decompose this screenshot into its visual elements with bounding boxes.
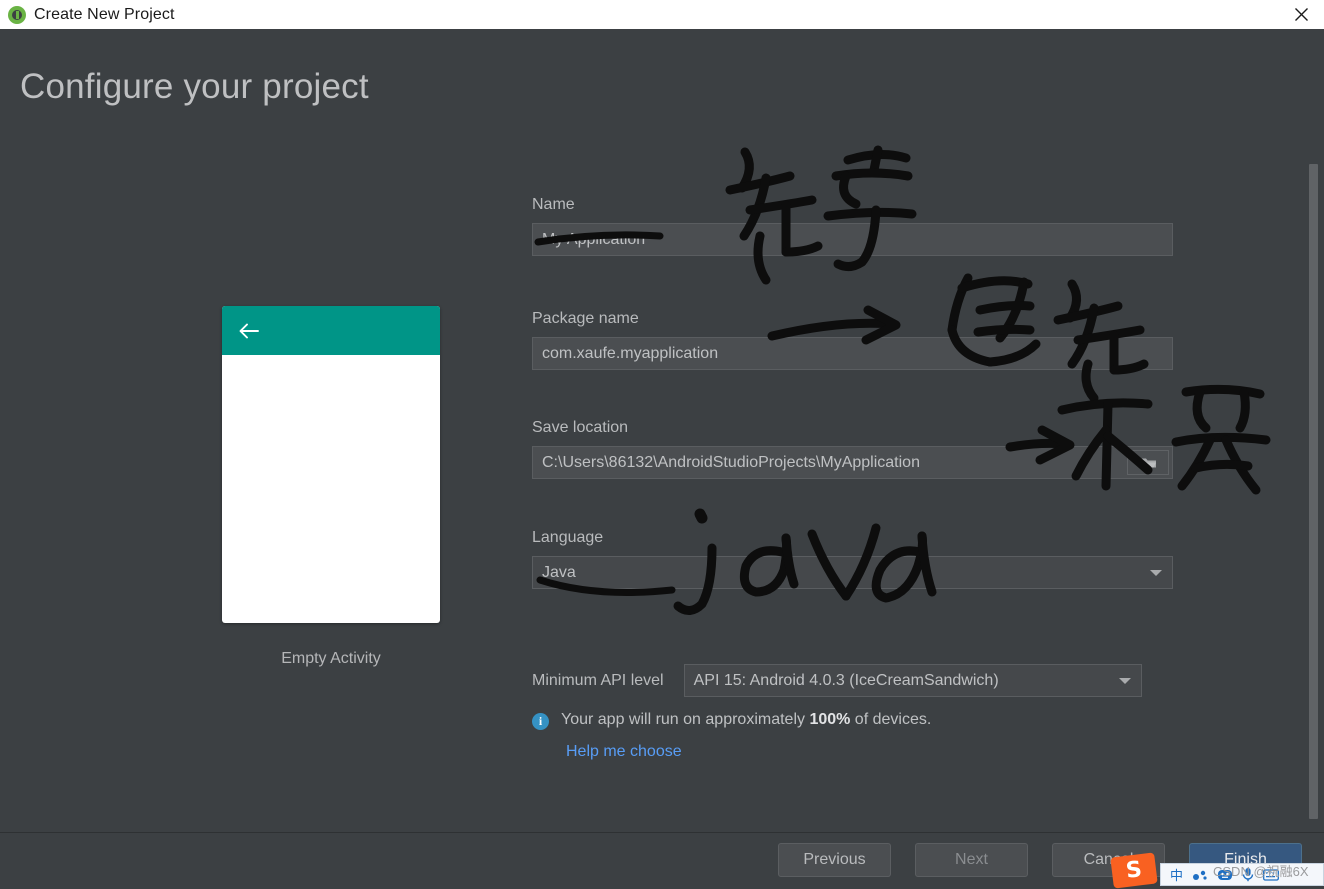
- package-name-label: Package name: [532, 310, 639, 327]
- device-coverage-text: Your app will run on approximately 100% …: [561, 711, 931, 729]
- package-name-field-group: Package name com.xaufe.myapplication: [532, 310, 1173, 370]
- min-api-select-value: API 15: Android 4.0.3 (IceCreamSandwich): [693, 671, 999, 689]
- template-name-label: Empty Activity: [281, 650, 381, 667]
- min-api-label: Minimum API level: [532, 671, 664, 689]
- csdn-watermark: CSDN @祝融6X: [1213, 864, 1309, 879]
- package-name-input-value: com.xaufe.myapplication: [542, 344, 719, 362]
- scrollbar-thumb[interactable]: [1309, 164, 1318, 819]
- save-location-input[interactable]: C:\Users\86132\AndroidStudioProjects\MyA…: [532, 446, 1173, 479]
- language-select-value: Java: [542, 563, 576, 581]
- next-button[interactable]: Next: [915, 842, 1028, 877]
- language-select[interactable]: Java: [532, 556, 1173, 589]
- close-icon[interactable]: [1279, 0, 1324, 29]
- sogou-logo-icon[interactable]: S: [1110, 852, 1158, 889]
- name-input-value: My Application: [542, 230, 646, 248]
- content-scrollbar[interactable]: [1306, 134, 1320, 832]
- color-dots-icon[interactable]: [1192, 869, 1208, 881]
- page-title: Configure your project: [20, 67, 369, 106]
- preview-appbar: [222, 306, 440, 355]
- previous-button[interactable]: Previous: [778, 842, 891, 877]
- dialog-content: Empty Activity Name My Application Packa…: [0, 134, 1324, 832]
- language-label: Language: [532, 529, 604, 546]
- coverage-suffix: of devices.: [850, 711, 932, 728]
- name-input[interactable]: My Application: [532, 223, 1173, 256]
- device-coverage-info: Your app will run on approximately 100% …: [532, 711, 931, 730]
- arrow-left-icon: [239, 323, 259, 338]
- chevron-down-icon: [1150, 570, 1162, 576]
- preview-card: [222, 306, 440, 623]
- chinese-mode-icon[interactable]: 中: [1170, 865, 1183, 884]
- activity-template-preview[interactable]: Empty Activity: [222, 306, 440, 668]
- coverage-percent: 100%: [809, 711, 851, 728]
- save-location-field-group: Save location C:\Users\86132\AndroidStud…: [532, 419, 1173, 479]
- chevron-down-icon: [1118, 678, 1131, 684]
- create-project-dialog: Configure your project Empty Activity Na…: [0, 29, 1324, 886]
- help-me-choose-link[interactable]: Help me choose: [566, 743, 682, 761]
- info-icon: [532, 713, 549, 730]
- folder-icon[interactable]: [1127, 450, 1169, 475]
- package-name-input[interactable]: com.xaufe.myapplication: [532, 337, 1173, 370]
- window-titlebar: Create New Project: [0, 0, 1324, 29]
- language-field-group: Language Java: [532, 529, 1173, 589]
- coverage-prefix: Your app will run on approximately: [561, 711, 810, 728]
- name-field-group: Name My Application: [532, 196, 1173, 256]
- save-location-input-value: C:\Users\86132\AndroidStudioProjects\MyA…: [542, 453, 920, 471]
- android-studio-icon: [8, 5, 26, 24]
- window-title: Create New Project: [34, 5, 175, 23]
- name-label: Name: [532, 196, 575, 213]
- save-location-label: Save location: [532, 419, 629, 436]
- min-api-field-group: Minimum API level API 15: Android 4.0.3 …: [532, 664, 1142, 697]
- min-api-select[interactable]: API 15: Android 4.0.3 (IceCreamSandwich): [683, 664, 1142, 697]
